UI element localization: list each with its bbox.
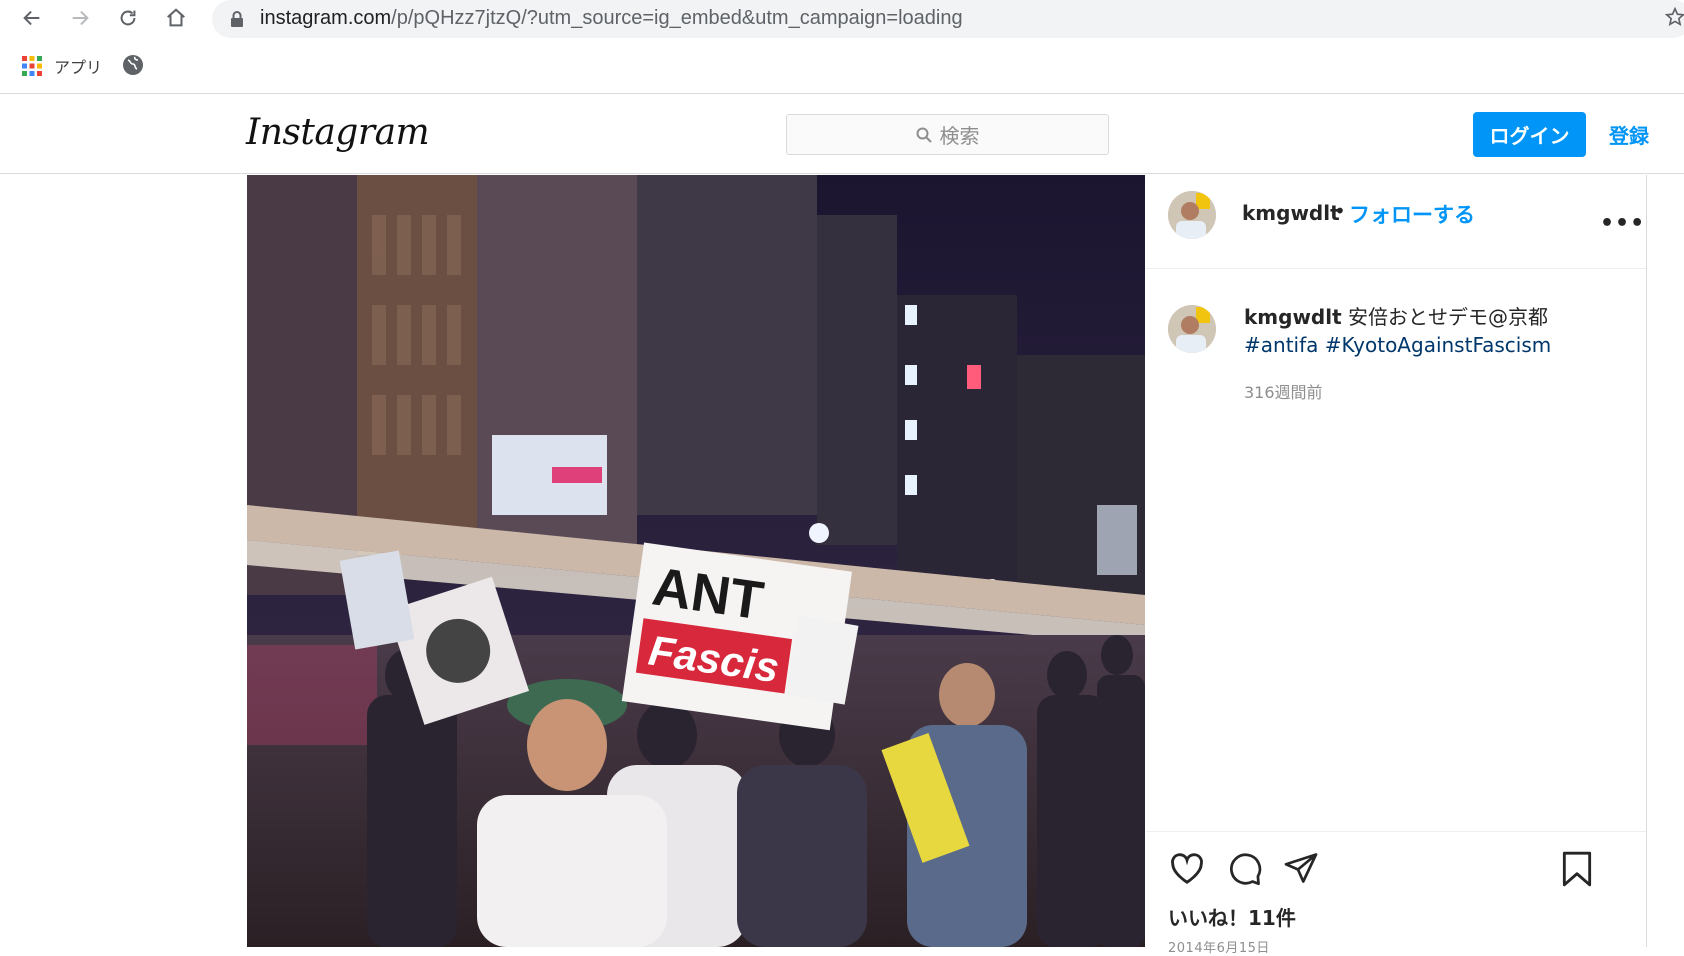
more-options-icon[interactable]: ••• [1600,211,1645,236]
home-icon [167,8,185,27]
instagram-header: Instagram 検索 ログイン 登録 [0,93,1684,174]
bookmark-save-icon[interactable] [1560,850,1594,892]
caption-avatar[interactable] [1168,305,1216,353]
post-caption: kmgwdlt 安倍おとせデモ@京都 #antifa #KyotoAgainst… [1244,303,1634,359]
apps-grid-icon [22,56,42,76]
search-placeholder: 検索 [939,124,980,148]
bookmarks-bar: アプリ [0,50,1684,90]
arrow-right-icon [72,10,89,26]
post-sidebar: kmgwdlt • フォローする ••• kmgwdlt 安倍おとせデモ@京都 … [1146,175,1647,956]
lock-icon [230,10,244,32]
search-input[interactable]: 検索 [786,114,1109,155]
reload-icon [120,10,136,26]
instagram-logo[interactable]: Instagram [246,112,430,153]
follow-button[interactable]: フォローする [1349,199,1475,229]
login-button[interactable]: ログイン [1473,112,1586,157]
bookmark-star-icon[interactable] [1664,6,1684,32]
home-button[interactable] [160,2,192,34]
forward-button[interactable] [64,2,96,34]
globe-icon[interactable] [122,54,144,80]
post-photo[interactable]: ANT Fascis [247,175,1145,947]
caption-time-ago: 316週間前 [1244,383,1323,402]
comment-icon[interactable] [1226,850,1264,890]
signup-link[interactable]: 登録 [1609,120,1649,149]
caption-username[interactable]: kmgwdlt [1244,305,1342,329]
post-username[interactable]: kmgwdlt [1242,201,1340,225]
apps-label: アプリ [54,58,103,77]
apps-bookmark[interactable]: アプリ [22,54,102,78]
address-bar[interactable]: instagram.com/p/pQHzz7jtzQ/?utm_source=i… [212,0,1684,38]
caption-text: 安倍おとせデモ@京都 [1348,305,1549,329]
likes-count[interactable]: いいね！11件 [1168,902,1296,931]
arrow-left-icon [23,10,40,26]
back-button[interactable] [16,2,48,34]
separator-dot: • [1334,199,1346,223]
share-icon[interactable] [1282,850,1320,890]
heart-icon[interactable] [1168,850,1206,890]
caption-hashtags[interactable]: #antifa #KyotoAgainstFascism [1244,333,1551,357]
reload-button[interactable] [112,2,144,34]
search-icon [916,127,932,143]
avatar[interactable] [1168,191,1216,239]
url-text: instagram.com/p/pQHzz7jtzQ/?utm_source=i… [260,7,963,29]
post-actions: いいね！11件 2014年6月15日 [1146,831,1646,956]
post-header: kmgwdlt • フォローする ••• [1146,175,1646,269]
browser-toolbar: instagram.com/p/pQHzz7jtzQ/?utm_source=i… [0,0,1684,38]
